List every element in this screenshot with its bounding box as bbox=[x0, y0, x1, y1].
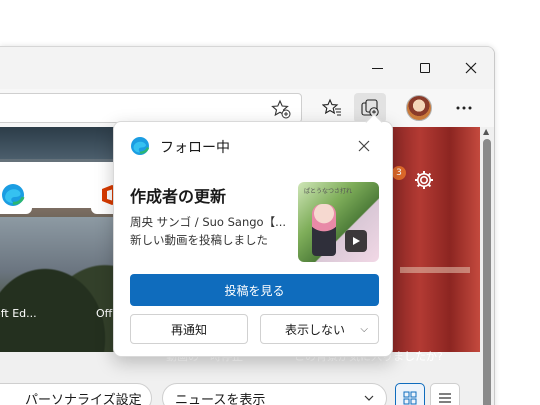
scrollbar[interactable]: ▲ bbox=[480, 127, 494, 405]
close-icon bbox=[358, 140, 370, 152]
screen: ▲ oft Ed... Off 3 動画の一時停止 この背景が気に入りましたか?… bbox=[0, 0, 540, 405]
renotify-button[interactable]: 再通知 bbox=[130, 314, 248, 344]
flyout-title: フォロー中 bbox=[160, 140, 230, 156]
thumbnail-caption: ぱとうなつさ打れ bbox=[304, 188, 353, 195]
list-icon bbox=[439, 393, 451, 403]
view-post-button[interactable]: 投稿を見る bbox=[130, 274, 379, 306]
chevron-down-icon bbox=[364, 395, 374, 401]
collections-icon bbox=[361, 99, 379, 117]
news-label: ニュースを表示 bbox=[175, 392, 266, 405]
close-window-button[interactable] bbox=[448, 47, 494, 89]
scroll-thumb[interactable] bbox=[483, 139, 491, 405]
quick-link-edge[interactable] bbox=[0, 176, 32, 214]
more-button[interactable] bbox=[448, 93, 480, 123]
personalize-label: パーソナライズ設定 bbox=[25, 392, 142, 405]
update-description: 新しい動画を投稿しました bbox=[130, 233, 268, 247]
grid-view-button[interactable] bbox=[395, 383, 425, 405]
news-dropdown[interactable]: ニュースを表示 bbox=[162, 383, 387, 405]
channel-name: 周央 サンゴ / Suo Sango【... bbox=[130, 215, 287, 229]
quick-link-label: oft Ed... bbox=[0, 307, 37, 320]
hide-button[interactable]: 表示しない ⌵ bbox=[260, 314, 379, 344]
personalize-button[interactable]: パーソナライズ設定 bbox=[0, 383, 152, 405]
more-icon bbox=[456, 106, 472, 110]
gear-icon[interactable] bbox=[413, 169, 435, 191]
minimize-icon bbox=[371, 67, 383, 69]
title-bar bbox=[0, 47, 494, 89]
hide-button-label: 表示しない bbox=[285, 322, 346, 337]
scroll-up-icon[interactable]: ▲ bbox=[483, 127, 489, 136]
quick-link-label: Off bbox=[96, 307, 113, 320]
profile-button[interactable] bbox=[403, 93, 435, 123]
grid-icon bbox=[403, 391, 417, 405]
section-title: 作成者の更新 bbox=[130, 187, 227, 206]
maximize-icon bbox=[420, 63, 430, 73]
avatar bbox=[406, 95, 432, 121]
chevron-down-icon[interactable]: ⌵ bbox=[360, 324, 368, 335]
minimize-button[interactable] bbox=[354, 47, 400, 89]
following-flyout: フォロー中 作成者の更新 周央 サンゴ / Suo Sango【... 新しい動… bbox=[113, 113, 393, 357]
edge-logo-icon bbox=[2, 184, 25, 206]
address-bar[interactable] bbox=[0, 93, 302, 123]
list-view-button[interactable] bbox=[430, 383, 460, 405]
favorites-add-icon[interactable] bbox=[271, 99, 291, 119]
close-icon bbox=[465, 62, 477, 74]
video-thumbnail[interactable]: ぱとうなつさ打れ bbox=[298, 182, 379, 262]
play-button[interactable] bbox=[345, 230, 367, 252]
play-icon bbox=[353, 237, 360, 245]
flyout-header: フォロー中 bbox=[114, 122, 392, 170]
favorites-button[interactable] bbox=[316, 93, 348, 123]
flyout-close-button[interactable] bbox=[354, 136, 374, 156]
thumbnail-figure bbox=[312, 204, 336, 256]
notification-badge: 3 bbox=[392, 166, 406, 180]
favorites-icon bbox=[322, 98, 341, 116]
edge-logo-icon bbox=[131, 137, 150, 155]
temple-wall bbox=[380, 127, 480, 352]
maximize-button[interactable] bbox=[402, 47, 448, 89]
